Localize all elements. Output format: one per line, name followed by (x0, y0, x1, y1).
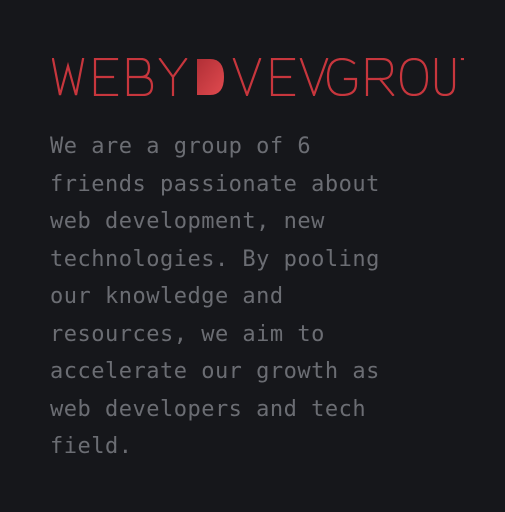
about-description: We are a group of 6 friends passionate a… (50, 134, 380, 459)
brand-logo[interactable]: WEBYDEVGROUP (52, 58, 464, 96)
brand-logo-mark (52, 58, 464, 96)
about-section: WEBYDEVGROUP (0, 0, 505, 512)
